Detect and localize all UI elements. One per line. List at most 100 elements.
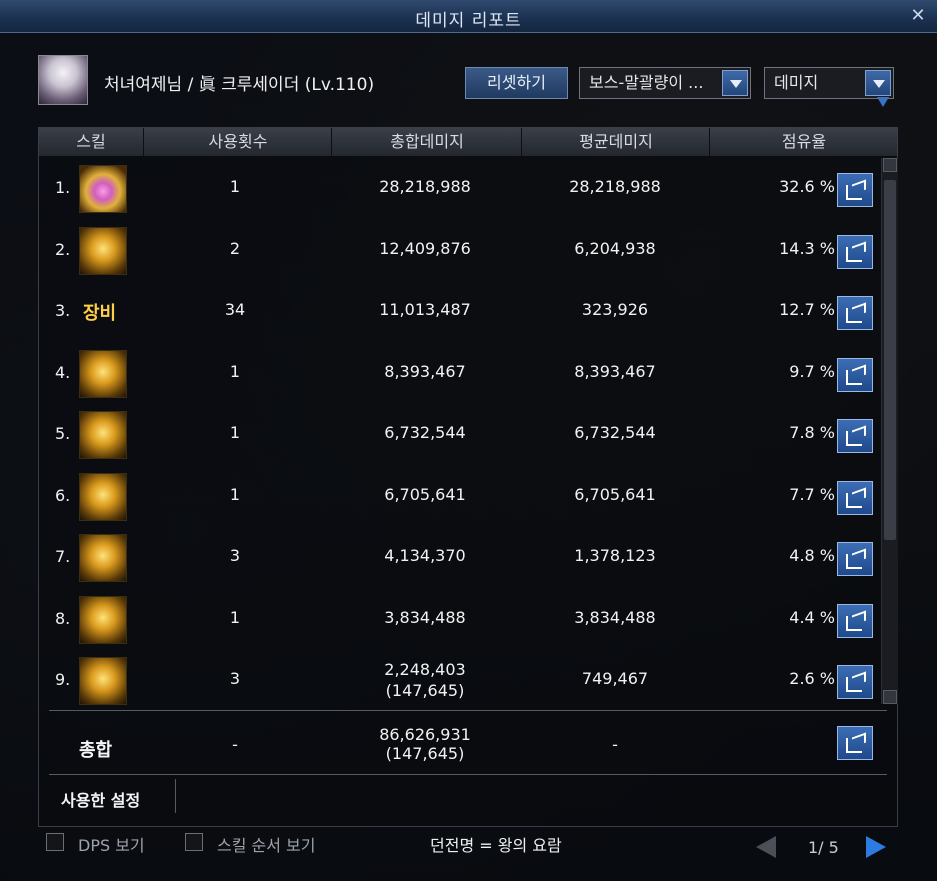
close-icon[interactable]: ✕	[907, 5, 929, 27]
page-indicator: 1/ 5	[808, 838, 839, 857]
column-header-count[interactable]: 사용횟수	[145, 128, 332, 156]
share-icon[interactable]	[837, 542, 873, 576]
window-title: 데미지 리포트	[415, 11, 522, 31]
use-count: 1	[229, 423, 241, 442]
row-index: 6.	[55, 485, 71, 505]
chevron-down-icon[interactable]	[722, 70, 748, 96]
character-avatar	[38, 55, 88, 105]
damage-report-window: 데미지 리포트 ✕ 처녀여제님 / 眞 크루세이더 (Lv.110) 리셋하기 …	[0, 0, 937, 881]
average-damage: 323,926	[581, 300, 649, 319]
share-icon[interactable]	[837, 173, 873, 207]
use-count: 1	[229, 484, 241, 504]
damage-share: 32.6 %	[779, 177, 835, 196]
skill-gold-icon	[79, 226, 127, 275]
use-count: 3	[229, 546, 241, 565]
totals-divider	[49, 710, 887, 711]
scrollbar[interactable]	[881, 158, 898, 704]
metric-select[interactable]: 데미지	[764, 67, 894, 99]
total-damage: 6,732,544	[384, 423, 466, 442]
column-header-share[interactable]: 점유율	[711, 128, 897, 156]
table-header: 스킬 사용횟수 총합데미지 평균데미지 점유율	[39, 128, 897, 156]
dps-view-label: DPS 보기	[78, 836, 145, 855]
damage-share: 7.8 %	[789, 423, 835, 442]
table-row: 7. 3 4,134,370 1,378,123 4.8 %	[39, 527, 879, 589]
use-count: 1	[229, 607, 241, 627]
share-icon[interactable]	[837, 357, 873, 392]
use-count: 3	[229, 669, 241, 688]
used-setting-label: 사용한 설정	[61, 791, 141, 810]
row-index: 2.	[55, 239, 71, 259]
damage-share: 14.3 %	[779, 238, 835, 258]
table-row: 8. 1 3,834,488 3,834,488 4.4 %	[39, 589, 879, 651]
dropdown-pointer-icon	[877, 97, 889, 107]
table-row: 3. 장비 34 11,013,487 323,926 12.7 %	[39, 281, 879, 343]
share-icon[interactable]	[837, 296, 873, 330]
dps-view-checkbox[interactable]	[46, 833, 64, 851]
row-index: 5.	[55, 424, 71, 443]
share-icon[interactable]	[837, 665, 873, 699]
prev-page-icon[interactable]	[756, 836, 776, 858]
column-header-total[interactable]: 총합데미지	[333, 128, 522, 156]
share-icon[interactable]	[837, 234, 873, 269]
skill-order-checkbox[interactable]	[185, 833, 203, 851]
scroll-up-icon[interactable]	[883, 158, 897, 172]
table-row: 1. 1 28,218,988 28,218,988 32.6 %	[39, 158, 879, 220]
skill-gold-icon	[79, 534, 127, 582]
share-icon[interactable]	[837, 419, 873, 453]
reset-button[interactable]: 리셋하기	[465, 67, 568, 99]
totals-row: 총합 - 86,626,931 (147,645) -	[39, 714, 879, 776]
skill-order-label: 스킬 순서 보기	[217, 836, 316, 855]
boss-select-value: 보스-말괄량이 ...	[589, 73, 704, 92]
boss-select[interactable]: 보스-말괄량이 ...	[579, 67, 751, 99]
total-damage: 12,409,876	[379, 238, 471, 258]
settings-divider	[49, 774, 887, 775]
used-setting-tab[interactable]: 사용한 설정	[47, 779, 176, 813]
total-damage: 2,248,403	[384, 660, 466, 679]
skill-gold-icon	[79, 411, 127, 459]
use-count: 1	[229, 177, 241, 196]
share-icon[interactable]	[837, 480, 873, 515]
scroll-down-icon[interactable]	[883, 690, 897, 704]
row-index: 1.	[55, 178, 71, 197]
row-index: 8.	[55, 608, 71, 628]
total-damage: 11,013,487	[379, 300, 471, 319]
damage-share: 4.4 %	[789, 607, 835, 627]
total-damage: 3,834,488	[384, 607, 466, 627]
metric-select-value: 데미지	[774, 73, 819, 92]
average-damage: 1,378,123	[574, 546, 656, 565]
average-damage: 28,218,988	[569, 177, 661, 196]
average-damage: 6,204,938	[574, 238, 656, 258]
table-row: 6. 1 6,705,641 6,705,641 7.7 %	[39, 466, 879, 528]
row-index: 4.	[55, 362, 71, 382]
column-header-average[interactable]: 평균데미지	[523, 128, 710, 156]
share-icon[interactable]	[837, 726, 873, 760]
title-bar[interactable]: 데미지 리포트 ✕	[0, 0, 937, 33]
chevron-down-icon[interactable]	[865, 70, 891, 96]
totals-label: 총합	[79, 740, 113, 761]
skill-gold-icon	[79, 472, 127, 521]
average-damage: 749,467	[581, 669, 649, 688]
damage-share: 12.7 %	[779, 300, 835, 319]
equipment-label: 장비	[83, 303, 117, 324]
row-index: 3.	[55, 301, 71, 320]
damage-share: 2.6 %	[789, 669, 835, 688]
average-damage: 6,705,641	[574, 484, 656, 504]
totals-average: -	[612, 735, 618, 754]
total-damage: 8,393,467	[384, 361, 466, 381]
use-count: 1	[229, 361, 241, 381]
average-damage: 6,732,544	[574, 423, 656, 442]
skill-gold-icon	[79, 657, 127, 705]
share-icon[interactable]	[837, 603, 873, 638]
dungeon-name: 던전명 = 왕의 요람	[430, 836, 562, 855]
damage-share: 9.7 %	[789, 361, 835, 381]
average-damage: 3,834,488	[574, 607, 656, 627]
table-row: 5. 1 6,732,544 6,732,544 7.8 %	[39, 404, 879, 466]
column-header-skill[interactable]: 스킬	[39, 128, 144, 156]
next-page-icon[interactable]	[866, 836, 886, 858]
scroll-thumb[interactable]	[884, 180, 896, 540]
row-index: 9.	[55, 670, 71, 689]
average-damage: 8,393,467	[574, 361, 656, 381]
totals-count: -	[232, 735, 238, 754]
totals-total-value: 86,626,931	[379, 725, 471, 744]
totals-total: 86,626,931 (147,645)	[335, 725, 515, 763]
